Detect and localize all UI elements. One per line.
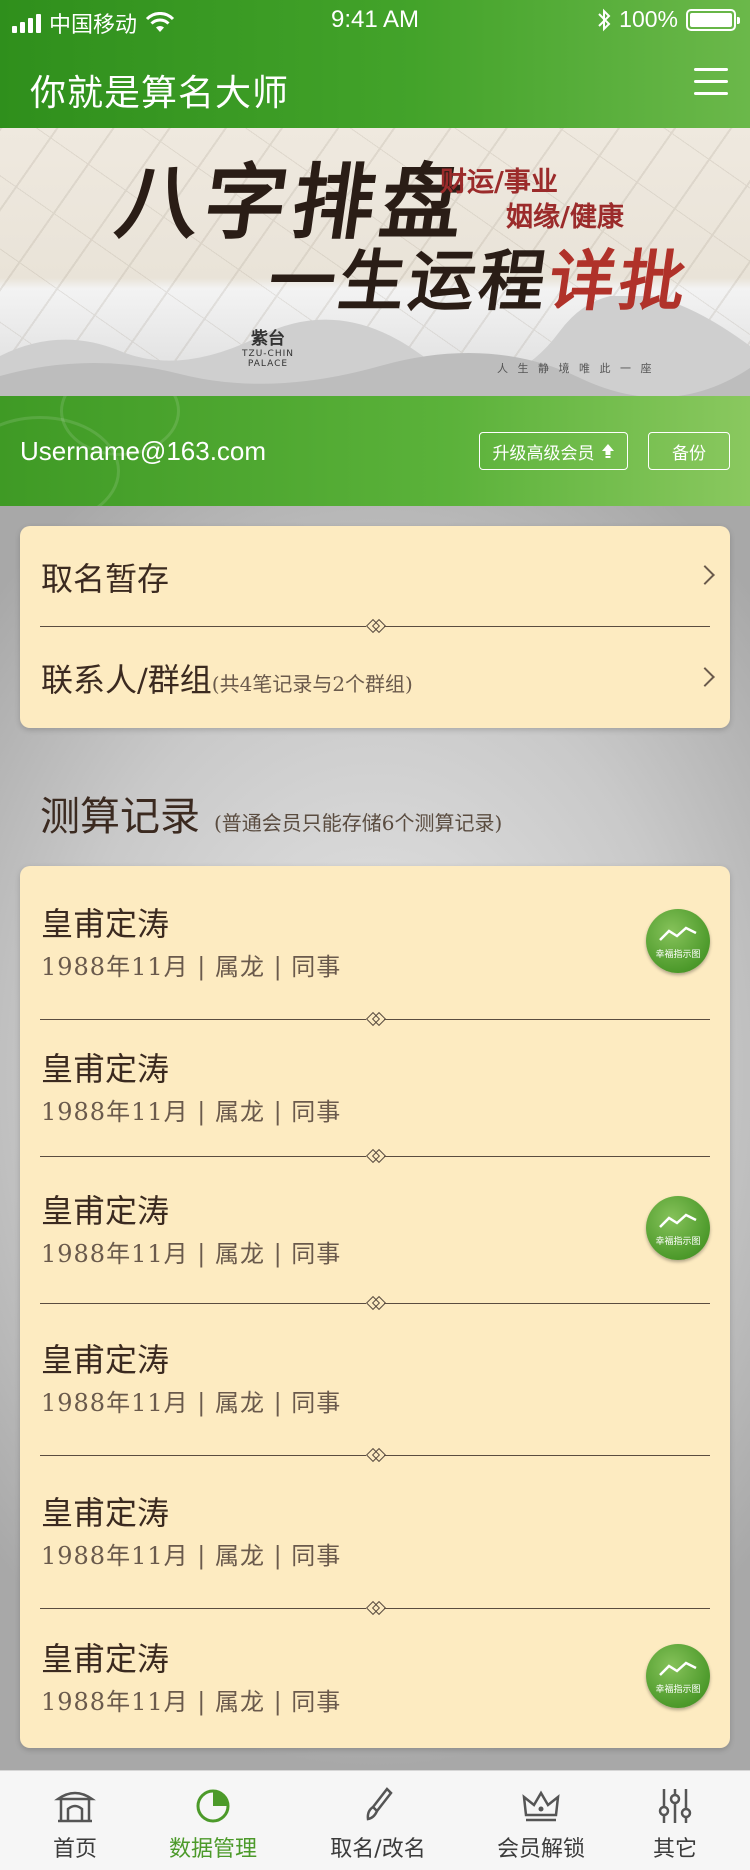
- record-meta: 1988年11月 | 属龙 | 同事: [41, 1240, 342, 1268]
- record-row[interactable]: 皇甫定涛 1988年11月 | 属龙 | 同事 幸福指示图: [20, 866, 730, 1019]
- record-row[interactable]: 皇甫定涛 1988年11月 | 属龙 | 同事: [20, 1019, 730, 1156]
- battery-icon: [686, 8, 740, 31]
- record-meta: 1988年11月 | 属龙 | 同事: [41, 1542, 342, 1570]
- tab-home-label: 首页: [52, 1837, 97, 1862]
- happiness-chart-badge[interactable]: 幸福指示图: [646, 1196, 710, 1260]
- app-title: 你就是算名大师: [30, 73, 290, 114]
- banner-subline-dark: 一生运程: [263, 242, 555, 320]
- contacts-groups-note: (共4笔记录与2个群组): [211, 672, 413, 696]
- name-draft-label: 取名暂存: [41, 560, 170, 598]
- hamburger-menu-icon[interactable]: [694, 68, 728, 96]
- banner-tag-wealth: 财运/事业: [440, 167, 558, 198]
- banner-subline-red: 详批: [543, 242, 695, 320]
- record-meta: 1988年11月 | 属龙 | 同事: [41, 1098, 342, 1126]
- tab-home[interactable]: 首页: [20, 1771, 130, 1870]
- record-name: 皇甫定涛: [41, 1494, 170, 1532]
- record-name: 皇甫定涛: [41, 1640, 170, 1678]
- banner-logo-en2: PALACE: [247, 359, 289, 369]
- sliders-icon: [658, 1789, 692, 1823]
- contacts-groups-title: 联系人/群组: [41, 661, 212, 699]
- chevron-right-icon: [695, 565, 715, 585]
- tab-naming-label: 取名/改名: [330, 1837, 426, 1862]
- records-card: 皇甫定涛 1988年11月 | 属龙 | 同事 幸福指示图 皇甫定涛 1988年11月 …: [20, 866, 730, 1748]
- status-bar: 中国移动 9:41 AM 100%: [0, 0, 750, 42]
- tab-data-management-label: 数据管理: [168, 1837, 257, 1862]
- banner-logo-en: TZU-CHIN: [242, 349, 294, 359]
- records-section-title: 测算记录 (普通会员只能存储6个测算记录): [40, 784, 502, 842]
- record-row[interactable]: 皇甫定涛 1988年11月 | 属龙 | 同事: [20, 1303, 730, 1455]
- record-row[interactable]: 皇甫定涛 1988年11月 | 属龙 | 同事 幸福指示图: [20, 1608, 730, 1748]
- happiness-chart-label: 幸福指示图: [655, 950, 701, 960]
- chevron-right-icon: [695, 667, 715, 687]
- user-bar: Username@163.com 升级高级会员 备份: [0, 396, 750, 506]
- tab-member-unlock[interactable]: 会员解锁: [486, 1771, 596, 1870]
- banner-slogan: 人 生 静 境 唯 此 一 座: [497, 362, 655, 375]
- trend-line-icon: [659, 1213, 697, 1228]
- happiness-chart-label: 幸福指示图: [655, 1237, 701, 1247]
- storage-card: 取名暂存 联系人/群组(共4笔记录与2个群组): [20, 526, 730, 728]
- records-note: (普通会员只能存储6个测算记录): [214, 811, 503, 835]
- bottom-tab-bar: 首页 数据管理 取名/改名 会员解锁 其它: [0, 1770, 750, 1870]
- record-meta: 1988年11月 | 属龙 | 同事: [41, 1389, 342, 1417]
- record-meta: 1988年11月 | 属龙 | 同事: [41, 1688, 342, 1716]
- backup-label: 备份: [672, 443, 706, 464]
- bluetooth-icon: [598, 8, 611, 31]
- happiness-chart-badge[interactable]: 幸福指示图: [646, 909, 710, 973]
- banner-subline: 一生运程详批: [263, 228, 696, 324]
- home-temple-icon: [54, 1791, 96, 1823]
- brush-icon: [366, 1787, 393, 1821]
- banner-logo: 紫台 TZU-CHIN PALACE: [232, 324, 304, 390]
- happiness-chart-label: 幸福指示图: [655, 1685, 701, 1695]
- upgrade-member-button[interactable]: 升级高级会员: [479, 432, 628, 470]
- promo-banner[interactable]: 八字排盘 一生运程详批 财运/事业 姻缘/健康: [0, 128, 750, 396]
- record-meta: 1988年11月 | 属龙 | 同事: [41, 953, 342, 981]
- record-name: 皇甫定涛: [41, 905, 170, 943]
- tab-naming[interactable]: 取名/改名: [318, 1771, 438, 1870]
- records-title: 测算记录: [40, 794, 200, 840]
- username: Username@163.com: [20, 436, 267, 466]
- upgrade-member-label: 升级高级会员: [492, 443, 595, 464]
- pie-chart-icon: [196, 1789, 230, 1823]
- backup-button[interactable]: 备份: [648, 432, 730, 470]
- contacts-groups-label: 联系人/群组(共4笔记录与2个群组): [41, 655, 413, 701]
- upgrade-arrow-icon: [601, 444, 614, 458]
- contacts-groups-row[interactable]: 联系人/群组(共4笔记录与2个群组): [20, 627, 730, 728]
- record-name: 皇甫定涛: [41, 1050, 170, 1088]
- record-name: 皇甫定涛: [41, 1341, 170, 1379]
- battery-percent: 100%: [619, 6, 678, 32]
- record-row[interactable]: 皇甫定涛 1988年11月 | 属龙 | 同事 幸福指示图: [20, 1156, 730, 1303]
- record-row[interactable]: 皇甫定涛 1988年11月 | 属龙 | 同事: [20, 1455, 730, 1608]
- trend-line-icon: [659, 926, 697, 941]
- tab-other[interactable]: 其它: [620, 1771, 730, 1870]
- top-bar: 中国移动 9:41 AM 100% 你就是算名大师: [0, 0, 750, 128]
- record-name: 皇甫定涛: [41, 1192, 170, 1230]
- status-right: 100%: [597, 6, 740, 33]
- tab-member-unlock-label: 会员解锁: [496, 1837, 585, 1862]
- trend-line-icon: [659, 1661, 697, 1676]
- tab-other-label: 其它: [652, 1837, 697, 1862]
- banner-logo-cn: 紫台: [251, 329, 285, 349]
- name-draft-row[interactable]: 取名暂存: [20, 526, 730, 626]
- banner-tag-marriage: 姻缘/健康: [506, 202, 624, 233]
- tab-data-management[interactable]: 数据管理: [158, 1771, 268, 1870]
- happiness-chart-badge[interactable]: 幸福指示图: [646, 1644, 710, 1708]
- crown-icon: [522, 1790, 560, 1822]
